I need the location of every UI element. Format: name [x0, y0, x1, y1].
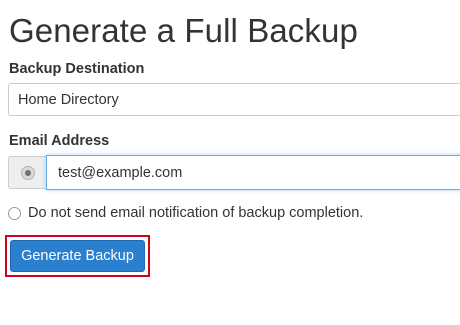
backup-page: Generate a Full Backup Backup Destinatio… [0, 0, 460, 325]
email-address-label: Email Address [9, 133, 110, 149]
email-option-addon[interactable] [8, 156, 46, 189]
page-title: Generate a Full Backup [9, 12, 358, 49]
radio-selected-icon[interactable] [21, 166, 35, 180]
email-field-value: test@example.com [58, 165, 183, 181]
backup-destination-select[interactable]: Home Directory [8, 83, 460, 116]
no-email-option-label: Do not send email notification of backup… [28, 205, 364, 221]
backup-destination-value: Home Directory [18, 92, 119, 108]
radio-unselected-icon[interactable] [8, 207, 21, 220]
backup-destination-label: Backup Destination [9, 61, 145, 77]
button-highlight-outline: Generate Backup [5, 235, 150, 277]
generate-backup-button[interactable]: Generate Backup [10, 240, 145, 272]
email-field[interactable]: test@example.com [46, 155, 460, 190]
